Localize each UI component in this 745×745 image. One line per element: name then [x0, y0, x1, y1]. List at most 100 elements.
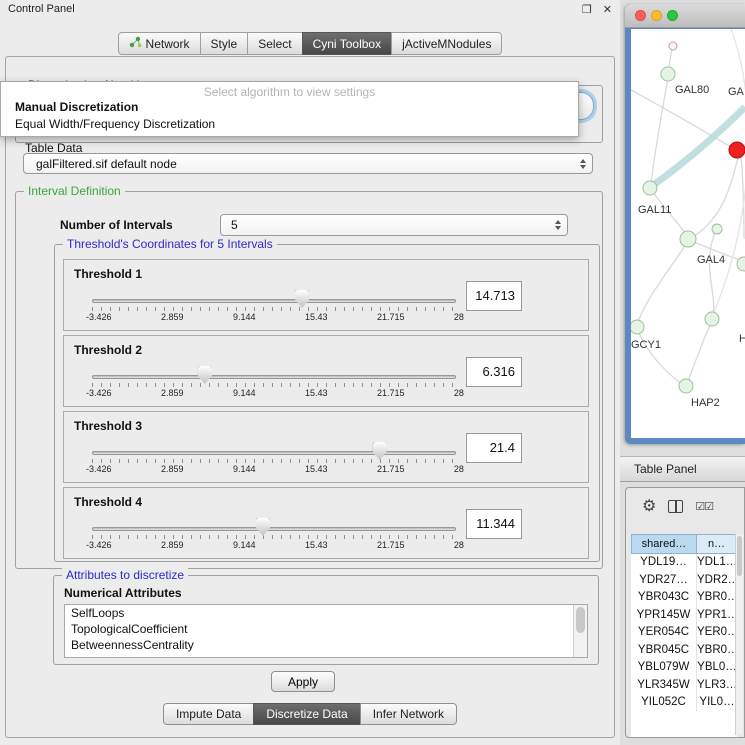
table-cell[interactable]: YBR0… — [697, 589, 737, 607]
tab-select-label: Select — [258, 37, 291, 51]
table-cell[interactable]: YIL0… — [697, 694, 737, 712]
table-cell[interactable]: YLR345W — [631, 677, 697, 695]
number-of-intervals-value: 5 — [227, 218, 551, 232]
table-row[interactable]: YBR045CYBR0… — [631, 642, 737, 660]
tab-network[interactable]: Network — [118, 32, 201, 55]
threshold-4-value-field[interactable]: 11.344 — [466, 509, 522, 539]
slider-track — [92, 299, 456, 303]
tab-style[interactable]: Style — [200, 32, 249, 55]
attribute-list-item[interactable]: SelfLoops — [65, 605, 587, 621]
table-row[interactable]: YBR043CYBR0… — [631, 589, 737, 607]
scale-tick-label: -3.426 — [86, 540, 112, 550]
scrollbar-thumb[interactable] — [737, 536, 742, 576]
gear-icon[interactable]: ⚙ — [642, 496, 656, 516]
table-row[interactable]: YBL079WYBL0… — [631, 659, 737, 677]
network-node-selected[interactable] — [729, 142, 745, 158]
network-node-gal11[interactable] — [643, 181, 657, 195]
table-cell[interactable]: YLR3… — [697, 677, 737, 695]
scale-tick-label: 21.715 — [377, 312, 405, 322]
threshold-2-value-field[interactable]: 6.316 — [466, 357, 522, 387]
tab-infer-network[interactable]: Infer Network — [360, 703, 457, 725]
attributes-group: Attributes to discretize Numerical Attri… — [53, 575, 599, 665]
threshold-2-panel: Threshold 2 -3.4262.8599.14415.4321.7152… — [63, 335, 589, 407]
column-header-shared-name[interactable]: shared… — [631, 534, 697, 554]
slider-ticks — [92, 383, 456, 387]
network-node[interactable] — [705, 312, 719, 326]
listbox-scrollbar[interactable] — [573, 605, 587, 657]
interval-definition-group: Interval Definition Number of Intervals … — [15, 191, 603, 569]
tab-style-label: Style — [211, 37, 238, 51]
combo-spinner-icon — [555, 220, 561, 230]
select-rows-icon[interactable]: ☑☑ — [695, 500, 713, 513]
table-cell[interactable]: YBL079W — [631, 659, 697, 677]
slider-thumb[interactable] — [295, 290, 309, 308]
attribute-list-item[interactable]: TopologicalCoefficient — [65, 621, 587, 637]
slider-thumb[interactable] — [373, 442, 387, 460]
close-icon[interactable]: ✕ — [603, 4, 612, 16]
table-row[interactable]: YDR27…YDR2… — [631, 572, 737, 590]
threshold-3-panel: Threshold 3 -3.4262.8599.14415.4321.7152… — [63, 411, 589, 483]
table-row[interactable]: YIL052CYIL0… — [631, 694, 737, 712]
network-node[interactable] — [669, 42, 677, 50]
tab-cyni-toolbox-label: Cyni Toolbox — [313, 37, 381, 51]
threshold-4-slider[interactable] — [92, 520, 456, 538]
table-data-combobox[interactable]: galFiltered.sif default node — [23, 153, 593, 174]
apply-button[interactable]: Apply — [271, 671, 335, 692]
network-canvas[interactable]: GAL80 GA GAL11 GAL4 GCY1 HAP2 H — [631, 29, 745, 438]
threshold-2-slider[interactable] — [92, 368, 456, 386]
tab-select[interactable]: Select — [247, 32, 302, 55]
table-cell[interactable]: YIL052C — [631, 694, 697, 712]
tab-discretize-data[interactable]: Discretize Data — [253, 703, 360, 725]
table-data-value: galFiltered.sif default node — [30, 157, 576, 171]
table-cell[interactable]: YDR2… — [697, 572, 737, 590]
dropdown-option-manual-discretization[interactable]: Manual Discretization — [1, 99, 578, 116]
dropdown-option-equal-width-frequency[interactable]: Equal Width/Frequency Discretization — [1, 116, 578, 133]
minimize-traffic-light-icon[interactable] — [651, 10, 662, 21]
table-cell[interactable]: YER054C — [631, 624, 697, 642]
zoom-traffic-light-icon[interactable] — [667, 10, 678, 21]
table-cell[interactable]: YBL0… — [697, 659, 737, 677]
table-cell[interactable]: YPR1… — [697, 607, 737, 625]
threshold-3-slider[interactable] — [92, 444, 456, 462]
network-node-hap2[interactable] — [679, 379, 693, 393]
slider-ticks — [92, 307, 456, 311]
tab-impute-data[interactable]: Impute Data — [163, 703, 254, 725]
table-cell[interactable]: YBR0… — [697, 642, 737, 660]
number-of-intervals-combobox[interactable]: 5 — [220, 214, 568, 236]
table-row[interactable]: YDL19…YDL1… — [631, 554, 737, 572]
scrollbar-thumb[interactable] — [576, 607, 585, 633]
threshold-1-slider[interactable] — [92, 292, 456, 310]
node-label-partial: GA — [728, 86, 745, 98]
minimize-icon[interactable]: ❐ — [582, 4, 592, 16]
attribute-list-item[interactable]: BetweennessCentrality — [65, 637, 587, 653]
combo-spinner-icon — [580, 159, 586, 169]
column-header-name[interactable]: n… — [696, 534, 737, 554]
table-cell[interactable]: YDL19… — [631, 554, 697, 572]
attributes-group-title: Attributes to discretize — [62, 568, 188, 582]
table-row[interactable]: YER054CYER0… — [631, 624, 737, 642]
slider-thumb[interactable] — [198, 366, 212, 384]
table-cell[interactable]: YPR145W — [631, 607, 697, 625]
table-cell[interactable]: YER0… — [697, 624, 737, 642]
tab-cyni-toolbox[interactable]: Cyni Toolbox — [302, 32, 392, 55]
network-node-gal4[interactable] — [680, 231, 696, 247]
table-cell[interactable]: YDR27… — [631, 572, 697, 590]
table-scrollbar[interactable] — [735, 534, 743, 735]
threshold-1-value-field[interactable]: 14.713 — [466, 281, 522, 311]
network-node-gcy1[interactable] — [631, 320, 644, 334]
numerical-attributes-label: Numerical Attributes — [64, 586, 182, 600]
columns-icon[interactable] — [668, 500, 683, 513]
table-cell[interactable]: YDL1… — [697, 554, 737, 572]
network-node[interactable] — [712, 224, 722, 234]
threshold-3-value-field[interactable]: 21.4 — [466, 433, 522, 463]
network-node-gal80[interactable] — [661, 67, 675, 81]
table-row[interactable]: YPR145WYPR1… — [631, 607, 737, 625]
table-row[interactable]: YLR345WYLR3… — [631, 677, 737, 695]
table-cell[interactable]: YBR045C — [631, 642, 697, 660]
slider-thumb[interactable] — [256, 518, 270, 536]
close-traffic-light-icon[interactable] — [635, 10, 646, 21]
tab-jactivemnodules[interactable]: jActiveMNodules — [391, 32, 502, 55]
scale-tick-label: 9.144 — [233, 388, 256, 398]
table-cell[interactable]: YBR043C — [631, 589, 697, 607]
attributes-listbox[interactable]: SelfLoopsTopologicalCoefficientBetweenne… — [64, 604, 588, 658]
